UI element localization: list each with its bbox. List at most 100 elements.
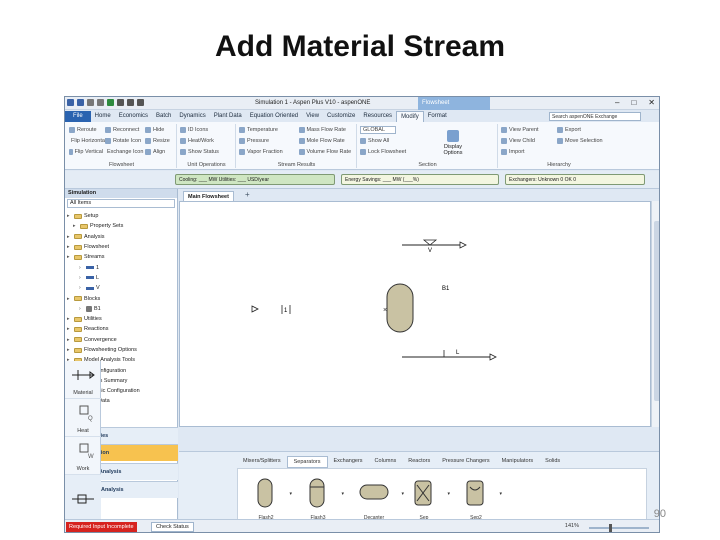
redo-icon[interactable] xyxy=(97,99,104,106)
tree-item[interactable]: ▸ Utilities xyxy=(67,314,175,324)
expand-arrow-icon[interactable]: ▸ xyxy=(73,223,78,229)
palette-item-sep2[interactable]: ▾ Sep2 xyxy=(460,477,502,521)
tree-item[interactable]: ▸ Reactions xyxy=(67,324,175,334)
tree-item[interactable]: ▸ Blocks xyxy=(67,293,175,303)
tab-columns[interactable]: Columns xyxy=(369,456,403,468)
palette-item-sep[interactable]: ▾ Sep xyxy=(408,477,450,521)
app-logo-icon[interactable] xyxy=(67,99,74,106)
flowsheet-canvas[interactable]: V B1 1 × L xyxy=(179,201,651,427)
liquid-stream[interactable]: L xyxy=(402,350,497,361)
tab-modify[interactable]: Modify xyxy=(396,111,424,122)
import-button[interactable]: Import xyxy=(499,146,555,157)
expand-arrow-icon[interactable]: ▸ xyxy=(67,337,72,343)
flip-vertical-button[interactable]: Flip Vertical xyxy=(67,146,103,157)
save-icon[interactable] xyxy=(77,99,84,106)
tree-item[interactable]: ▸ Convergence xyxy=(67,335,175,345)
tree-item[interactable]: ▸ Property Sets xyxy=(67,221,175,231)
expand-arrow-icon[interactable]: › xyxy=(79,275,84,281)
expand-arrow-icon[interactable]: ▸ xyxy=(67,254,72,260)
temperature-button[interactable]: Temperature xyxy=(237,124,297,135)
tab-main-flowsheet[interactable]: Main Flowsheet xyxy=(183,191,234,201)
required-input-status[interactable]: Required Input Incomplete xyxy=(66,522,137,532)
tab-pressure-changers[interactable]: Pressure Changers xyxy=(436,456,495,468)
reset-icon[interactable] xyxy=(137,99,144,106)
tree-item[interactable]: › 1 xyxy=(67,262,175,272)
tree-item[interactable]: › L xyxy=(67,273,175,283)
view-parent-button[interactable]: View Parent xyxy=(499,124,555,135)
tab-resources[interactable]: Resources xyxy=(359,111,396,122)
stop-icon[interactable] xyxy=(127,99,134,106)
expand-arrow-icon[interactable]: ▸ xyxy=(67,296,72,302)
palette-item-material[interactable]: Material xyxy=(65,361,101,399)
section-select[interactable]: GLOBAL xyxy=(358,124,438,135)
lock-flowsheet-button[interactable]: Lock Flowsheet xyxy=(358,146,438,157)
hide-button[interactable]: Hide xyxy=(143,124,173,135)
reconnect-button[interactable]: Reconnect xyxy=(103,124,143,135)
duty-summary[interactable]: Cooling: ___ MW Utilities: ___ USD/year xyxy=(175,174,335,185)
tree-item[interactable]: ▸ Flowsheeting Options xyxy=(67,345,175,355)
reroute-button[interactable]: Reroute xyxy=(67,124,103,135)
tree-item[interactable]: › B1 xyxy=(67,304,175,314)
heat-work-button[interactable]: Heat/Work xyxy=(178,135,235,146)
tab-reactors[interactable]: Reactors xyxy=(402,456,436,468)
tab-exchangers[interactable]: Exchangers xyxy=(328,456,369,468)
exchangers-summary[interactable]: Exchangers: Unknown 0 OK 0 xyxy=(505,174,645,185)
tab-view[interactable]: View xyxy=(302,111,323,122)
undo-icon[interactable] xyxy=(87,99,94,106)
expand-arrow-icon[interactable]: › xyxy=(79,306,84,312)
view-child-button[interactable]: View Child xyxy=(499,135,555,146)
run-icon[interactable] xyxy=(107,99,114,106)
palette-item-flash2[interactable]: ▾ Flash2 xyxy=(250,477,292,521)
palette-item-decanter[interactable]: ▾ Decanter xyxy=(354,477,404,521)
move-selection-button[interactable]: Move Selection xyxy=(555,135,619,146)
tab-file[interactable]: File xyxy=(65,111,91,122)
exchange-icon-button[interactable]: Exchange Icon xyxy=(103,146,143,157)
vapor-stream[interactable]: V xyxy=(402,239,467,254)
vapor-fraction-button[interactable]: Vapor Fraction xyxy=(237,146,297,157)
show-all-button[interactable]: Show All xyxy=(358,135,438,146)
resize-button[interactable]: Resize xyxy=(143,135,173,146)
check-status-button[interactable]: Check Status xyxy=(151,522,194,532)
tab-equation-oriented[interactable]: Equation Oriented xyxy=(246,111,302,122)
show-status-button[interactable]: Show Status xyxy=(178,146,235,157)
tab-dynamics[interactable]: Dynamics xyxy=(175,111,209,122)
feed-stream[interactable]: 1 × xyxy=(251,305,387,314)
align-button[interactable]: Align xyxy=(143,146,173,157)
expand-arrow-icon[interactable]: ▸ xyxy=(67,316,72,322)
palette-item-work[interactable]: W Work xyxy=(65,437,101,475)
energy-savings-summary[interactable]: Energy Savings: ___ MW (___%) xyxy=(341,174,499,185)
tab-home[interactable]: Home xyxy=(91,111,115,122)
expand-arrow-icon[interactable]: ▸ xyxy=(67,234,72,240)
nav-filter-select[interactable]: All Items xyxy=(67,199,175,208)
search-input[interactable]: Search aspenONE Exchange xyxy=(549,112,641,121)
tab-customize[interactable]: Customize xyxy=(323,111,359,122)
maximize-button[interactable]: □ xyxy=(631,98,636,107)
expand-arrow-icon[interactable]: ▸ xyxy=(67,213,72,219)
palette-item-flash3[interactable]: ▾ Flash3 xyxy=(302,477,344,521)
separator-block-b1[interactable]: B1 xyxy=(386,283,450,333)
expand-arrow-icon[interactable]: ▸ xyxy=(67,244,72,250)
context-tab-flowsheet[interactable]: Flowsheet xyxy=(418,97,490,110)
tab-separators[interactable]: Separators xyxy=(286,456,328,468)
mole-flow-button[interactable]: Mole Flow Rate xyxy=(297,135,357,146)
tab-plant-data[interactable]: Plant Data xyxy=(210,111,246,122)
tab-economics[interactable]: Economics xyxy=(115,111,152,122)
expand-arrow-icon[interactable]: › xyxy=(79,265,84,271)
tab-batch[interactable]: Batch xyxy=(152,111,175,122)
palette-item-heat[interactable]: Q Heat xyxy=(65,399,101,437)
expand-arrow-icon[interactable]: › xyxy=(79,285,84,291)
tab-manipulators[interactable]: Manipulators xyxy=(496,456,540,468)
expand-arrow-icon[interactable]: ▸ xyxy=(67,347,72,353)
tree-item[interactable]: ▸ Streams xyxy=(67,252,175,262)
volume-flow-button[interactable]: Volume Flow Rate xyxy=(297,146,357,157)
tab-solids[interactable]: Solids xyxy=(539,456,566,468)
flip-horizontal-button[interactable]: Flip Horizontal xyxy=(67,135,106,146)
display-options-button[interactable]: Display Options xyxy=(438,124,468,157)
new-tab-button[interactable]: + xyxy=(245,190,250,199)
tree-item[interactable]: ▸ Flowsheet xyxy=(67,242,175,252)
tab-mixers-splitters[interactable]: Mixers/Splitters xyxy=(237,456,287,468)
export-button[interactable]: Export xyxy=(555,124,619,135)
tree-item[interactable]: ▸ Setup xyxy=(67,211,175,221)
pressure-button[interactable]: Pressure xyxy=(237,135,297,146)
close-button[interactable]: ✕ xyxy=(648,98,655,107)
